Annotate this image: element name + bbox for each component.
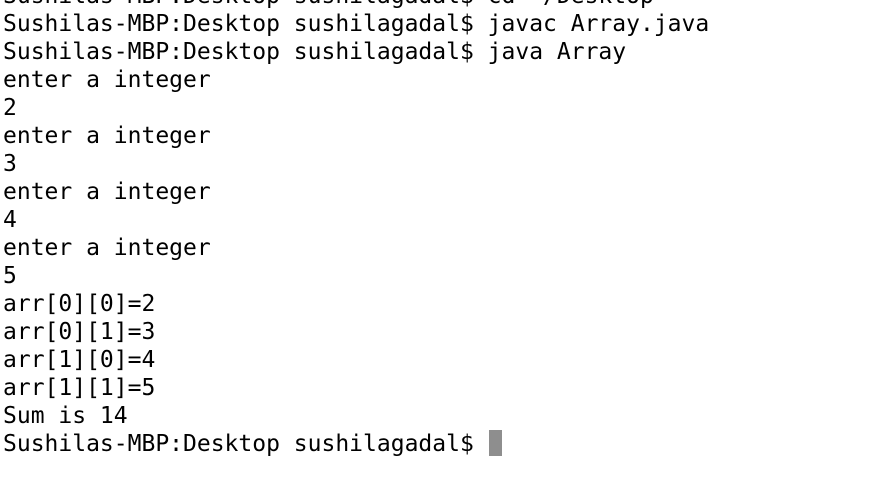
- terminal-line: Sushilas-MBP:Desktop sushilagadal$ java …: [3, 39, 627, 65]
- terminal-line: enter a integer: [3, 179, 211, 205]
- terminal-line: 3: [3, 151, 17, 177]
- terminal-line: 2: [3, 95, 17, 121]
- terminal-line-partial: Sushilas-MBP:Desktop sushilagadal$ cd ~/…: [3, 0, 709, 10]
- terminal-output: Sushilas-MBP:Desktop sushilagadal$ cd ~/…: [3, 0, 709, 458]
- terminal-line: Sushilas-MBP:Desktop sushilagadal$ javac…: [3, 11, 710, 37]
- terminal-line: arr[1][0]=4: [3, 347, 156, 373]
- terminal-line: enter a integer: [3, 235, 211, 261]
- terminal-line: enter a integer: [3, 123, 211, 149]
- terminal-line: enter a integer: [3, 67, 211, 93]
- terminal-line: 5: [3, 263, 17, 289]
- terminal-line: Sum is 14: [3, 403, 128, 429]
- current-prompt-line[interactable]: Sushilas-MBP:Desktop sushilagadal$: [3, 429, 709, 458]
- terminal-line: arr[1][1]=5: [3, 375, 156, 401]
- text-cursor: [488, 429, 502, 456]
- terminal-line: arr[0][1]=3: [3, 319, 156, 345]
- shell-prompt: Sushilas-MBP:Desktop sushilagadal$: [3, 431, 474, 457]
- terminal-line: arr[0][0]=2: [3, 291, 156, 317]
- terminal-line: 4: [3, 207, 17, 233]
- terminal-window[interactable]: Sushilas-MBP:Desktop sushilagadal$ cd ~/…: [0, 0, 870, 494]
